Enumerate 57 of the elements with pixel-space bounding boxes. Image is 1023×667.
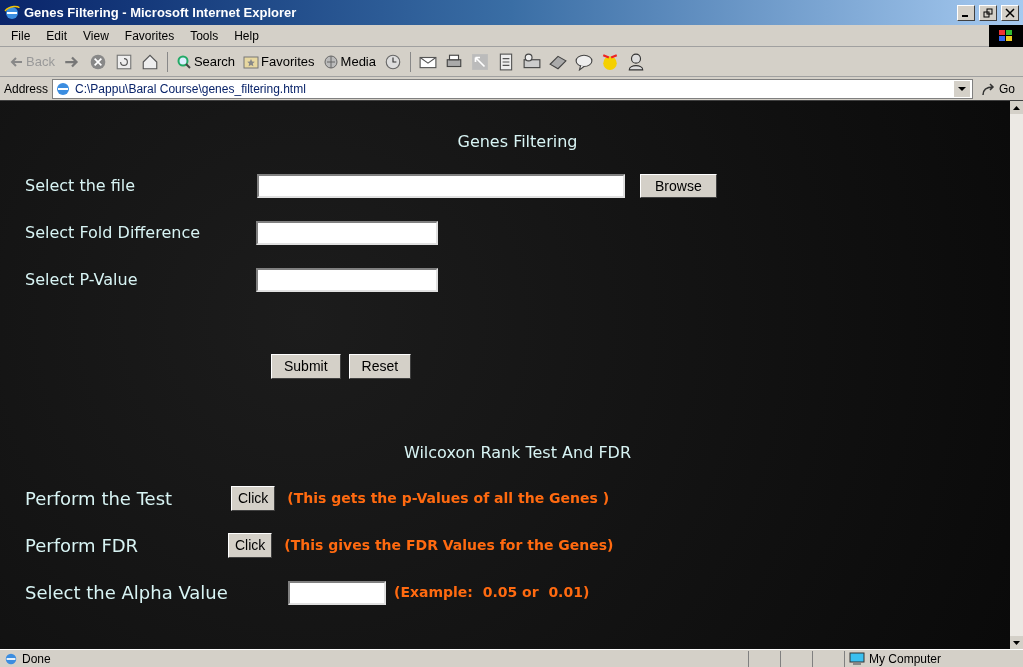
hint-text: (This gives the FDR Values for the Genes): [284, 536, 614, 555]
page-icon: [4, 651, 18, 666]
close-icon[interactable]: [1001, 4, 1019, 21]
status-text: Done: [22, 650, 52, 667]
field-label: Select the file: [25, 175, 137, 197]
field-label: Select Fold Difference: [25, 222, 202, 244]
click-button[interactable]: Click: [231, 486, 276, 511]
person-icon[interactable]: [627, 52, 645, 71]
go-button[interactable]: Go: [977, 79, 1019, 98]
hint-text: (This gets the p-Values of all the Genes ): [287, 489, 610, 508]
file-input[interactable]: [257, 174, 625, 198]
restore-icon[interactable]: [979, 4, 997, 21]
page-icon: [55, 80, 72, 97]
menu-item[interactable]: Edit: [39, 26, 75, 45]
menu-item[interactable]: Favorites: [117, 26, 182, 45]
alpha-input[interactable]: [288, 580, 386, 605]
action-label: Perform the Test: [25, 487, 174, 511]
form-button[interactable]: Reset: [348, 354, 412, 379]
favorites-button[interactable]: Favorites: [243, 51, 315, 72]
magnifier-icon: [175, 53, 192, 70]
menu-item[interactable]: Tools: [183, 26, 226, 45]
hint-text: (Example: 0.05 or 0.01): [394, 583, 590, 602]
page-heading: Genes Filtering: [457, 131, 578, 153]
form-button[interactable]: Submit: [271, 354, 341, 379]
zone-text: My Computer: [869, 650, 942, 667]
address-label: Address: [4, 80, 49, 98]
speech-bubble-icon[interactable]: [575, 52, 593, 71]
browser-logo-icon: [4, 4, 20, 21]
text-input[interactable]: [256, 268, 438, 292]
home-icon[interactable]: [140, 52, 159, 71]
windows-logo-icon: [989, 24, 1023, 47]
history-icon[interactable]: [384, 52, 402, 71]
stop-icon[interactable]: [88, 52, 107, 71]
browse-button[interactable]: Browse: [640, 174, 717, 198]
click-button[interactable]: Click: [228, 533, 273, 558]
text-input[interactable]: [256, 221, 438, 245]
document-icon[interactable]: [497, 52, 515, 71]
address-field[interactable]: C:\Pappu\Baral Course\genes_filtering.html: [52, 78, 973, 99]
action-label: Select the Alpha Value: [25, 581, 229, 605]
scrollbar[interactable]: [1010, 101, 1023, 649]
menu-item[interactable]: View: [76, 26, 116, 45]
field-label: Select P-Value: [25, 269, 139, 291]
minimize-icon[interactable]: [957, 4, 975, 21]
window-title: Genes Filtering - Microsoft Internet Explorer: [24, 3, 298, 22]
scroll-down-icon[interactable]: [1013, 640, 1020, 645]
refresh-icon[interactable]: [114, 52, 133, 71]
section-heading: Wilcoxon Rank Test And FDR: [403, 442, 632, 464]
menu-item[interactable]: File: [4, 26, 38, 45]
action-label: Perform FDR: [25, 534, 140, 558]
computer-icon: [849, 651, 865, 666]
search-button[interactable]: Search: [175, 51, 236, 72]
scroll-up-icon[interactable]: [1013, 105, 1020, 110]
star-folder-icon: [243, 53, 260, 70]
menu-item[interactable]: Help: [227, 26, 266, 45]
go-arrow-icon: [981, 80, 997, 97]
globe-icon: [322, 53, 339, 70]
media-button[interactable]: Media: [322, 51, 376, 72]
